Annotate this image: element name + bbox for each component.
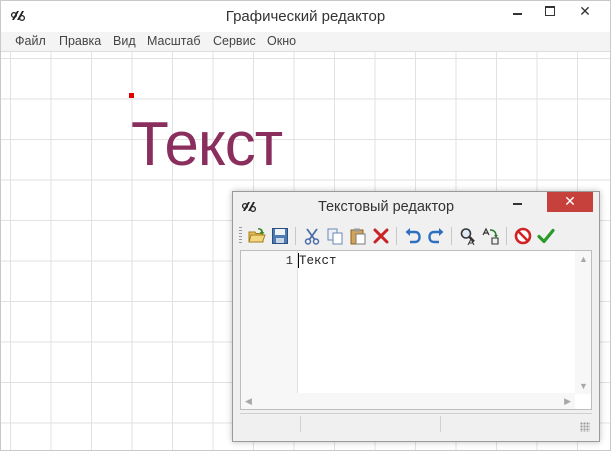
menu-file[interactable]: Файл — [15, 34, 46, 48]
canvas-text-object[interactable]: Текст — [131, 109, 283, 180]
minimize-button[interactable] — [501, 1, 533, 23]
copy-icon[interactable] — [325, 226, 345, 246]
close-icon: ✕ — [579, 3, 591, 19]
paste-icon[interactable] — [348, 226, 368, 246]
delete-icon[interactable] — [371, 226, 391, 246]
cut-icon[interactable] — [302, 226, 322, 246]
ok-icon[interactable] — [536, 226, 556, 246]
menu-bar: Файл Правка Вид Масштаб Сервис Окно — [1, 32, 610, 52]
text-anchor-handle[interactable] — [129, 93, 134, 98]
horizontal-scrollbar[interactable]: ◀ ▶ — [241, 393, 575, 409]
line-number-gutter: 1 — [241, 251, 298, 394]
toolbar-separator — [396, 227, 397, 245]
toolbar-separator — [506, 227, 507, 245]
editor-minimize-button[interactable] — [503, 192, 531, 212]
toolbar-separator — [451, 227, 452, 245]
open-icon[interactable] — [247, 226, 267, 246]
editor-title-bar[interactable]: Текстовый редактор ✕ — [233, 192, 599, 221]
close-button[interactable]: ✕ — [562, 1, 608, 23]
title-bar[interactable]: Графический редактор ✕ — [1, 1, 610, 32]
status-cell — [300, 416, 441, 432]
text-edit-area[interactable]: 1 Текст ▲ ▼ ◀ ▶ — [240, 250, 592, 410]
status-cell — [240, 416, 301, 432]
menu-zoom[interactable]: Масштаб — [147, 34, 200, 48]
scroll-down-icon[interactable]: ▼ — [579, 381, 588, 391]
vertical-scrollbar[interactable]: ▲ ▼ — [575, 251, 591, 394]
menu-tools[interactable]: Сервис — [213, 34, 256, 48]
editor-line[interactable]: Текст — [299, 254, 337, 268]
resize-grip[interactable] — [580, 422, 590, 432]
text-editor-window: Текстовый редактор ✕ 1 Текст ▲ ▼ ◀ ▶ — [232, 191, 600, 442]
find-icon[interactable] — [458, 226, 478, 246]
menu-view[interactable]: Вид — [113, 34, 136, 48]
toolbar-grip[interactable] — [239, 227, 242, 245]
undo-icon[interactable] — [403, 226, 423, 246]
menu-edit[interactable]: Правка — [59, 34, 101, 48]
editor-close-button[interactable]: ✕ — [547, 192, 593, 212]
close-icon: ✕ — [564, 193, 576, 209]
cancel-icon[interactable] — [513, 226, 533, 246]
scroll-left-icon[interactable]: ◀ — [245, 396, 252, 407]
scroll-right-icon[interactable]: ▶ — [564, 396, 571, 407]
editor-toolbar — [239, 224, 593, 249]
scroll-up-icon[interactable]: ▲ — [579, 254, 588, 264]
menu-window[interactable]: Окно — [267, 34, 296, 48]
redo-icon[interactable] — [426, 226, 446, 246]
line-number: 1 — [285, 254, 293, 268]
save-icon[interactable] — [270, 226, 290, 246]
editor-status-bar — [240, 413, 592, 434]
editor-title: Текстовый редактор — [317, 199, 455, 215]
toolbar-separator — [295, 227, 296, 245]
replace-icon[interactable] — [481, 226, 501, 246]
